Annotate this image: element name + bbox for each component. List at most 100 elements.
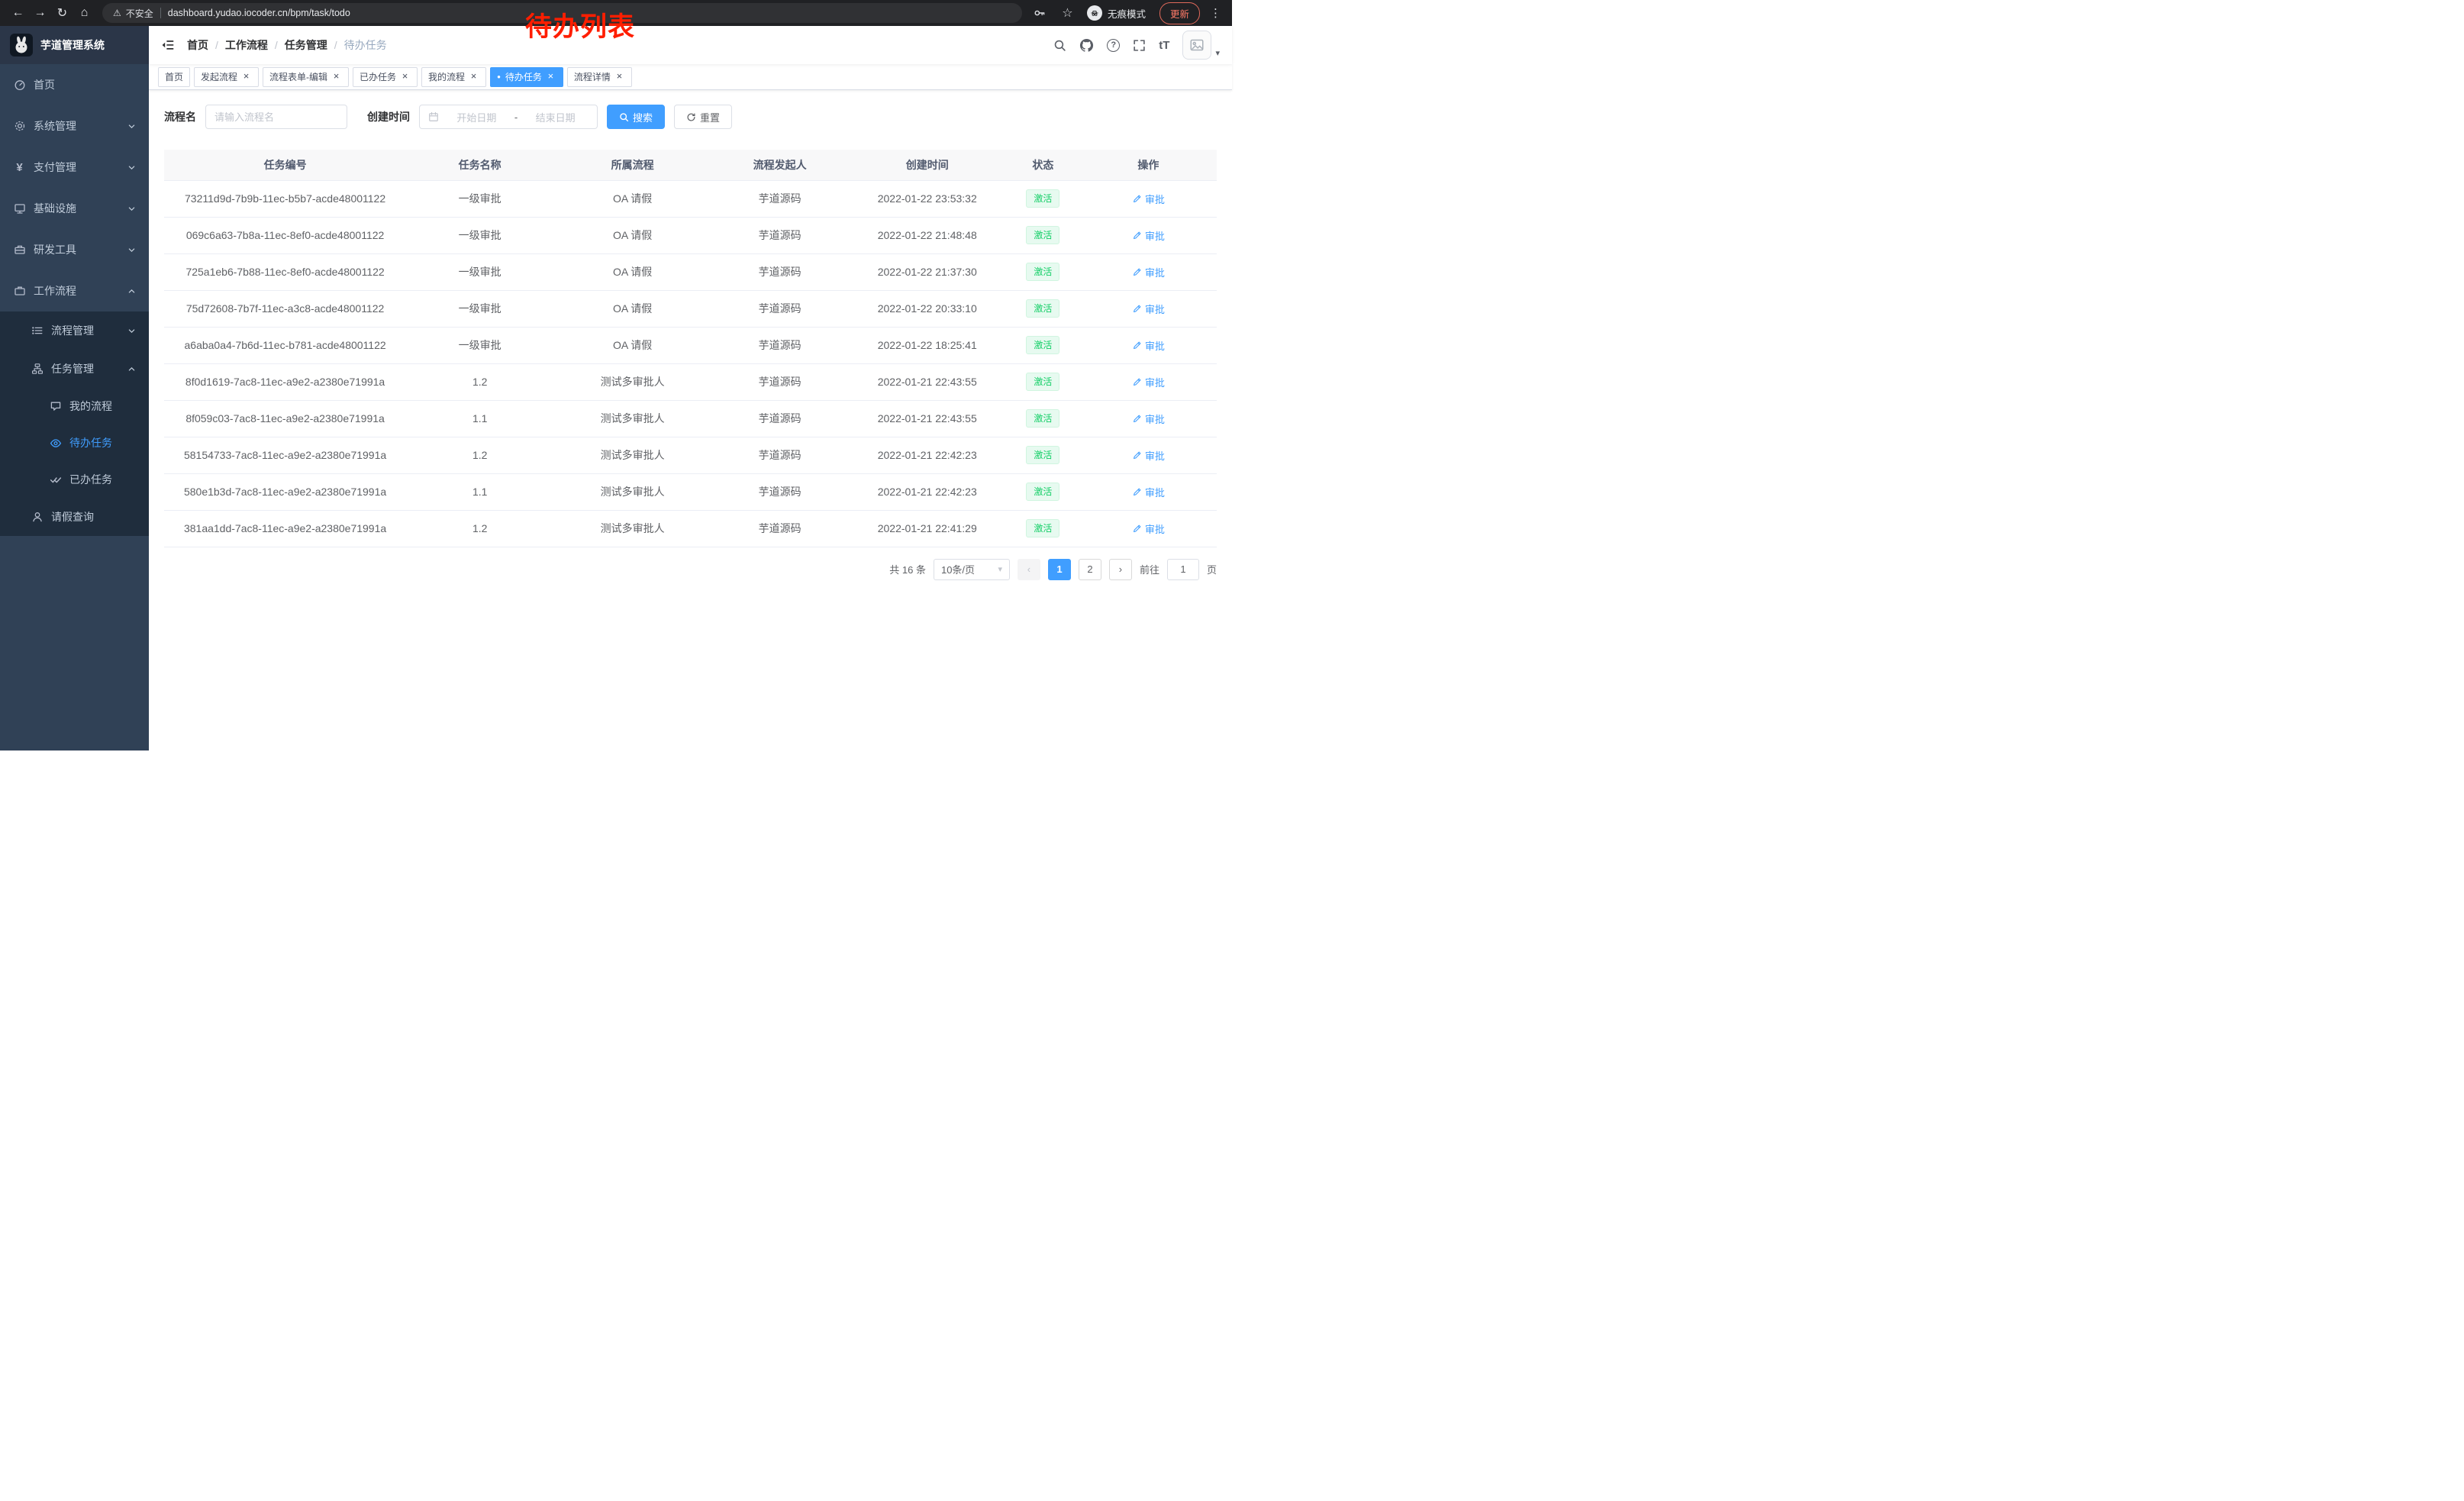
user-menu[interactable]: ▾ — [1182, 31, 1220, 60]
help-icon[interactable]: ? — [1107, 39, 1120, 52]
chevron-up-icon — [127, 287, 136, 295]
address-bar[interactable]: ⚠ 不安全 dashboard.yudao.iocoder.cn/bpm/tas… — [102, 3, 1022, 23]
github-icon[interactable] — [1079, 38, 1094, 53]
col-actions: 操作 — [1080, 150, 1217, 180]
search-icon — [619, 112, 629, 122]
approve-link[interactable]: 审批 — [1132, 412, 1165, 426]
date-range-picker[interactable]: 开始日期 - 结束日期 — [419, 105, 598, 129]
sidebar-item-home[interactable]: 首页 — [0, 64, 149, 105]
cell-initiator: 芋道源码 — [711, 473, 848, 510]
sidebar-item-todo-tasks[interactable]: 待办任务 — [0, 424, 149, 461]
close-icon[interactable]: × — [399, 71, 411, 82]
tab-process-form-edit[interactable]: 流程表单-编辑× — [263, 67, 349, 87]
search-button[interactable]: 搜索 — [607, 105, 665, 129]
breadcrumb-separator: / — [334, 39, 337, 51]
cell-status: 激活 — [1006, 473, 1080, 510]
cell-task-id: 725a1eb6-7b88-11ec-8ef0-acde48001122 — [164, 253, 406, 290]
app-logo[interactable]: 芋道管理系统 — [0, 26, 149, 64]
cell-process: 测试多审批人 — [553, 400, 711, 437]
calendar-icon — [428, 111, 439, 122]
close-icon[interactable]: × — [240, 71, 252, 82]
browser-home-button[interactable]: ⌂ — [74, 3, 95, 24]
sidebar-item-process-mgmt[interactable]: 流程管理 — [0, 311, 149, 350]
reset-button[interactable]: 重置 — [674, 105, 732, 129]
tab-label: 待办任务 — [505, 70, 542, 83]
prev-page-button[interactable]: ‹ — [1018, 559, 1040, 580]
cell-status: 激活 — [1006, 510, 1080, 547]
cell-create-time: 2022-01-21 22:42:23 — [848, 473, 1006, 510]
cell-action: 审批 — [1080, 363, 1217, 400]
bookmark-star-icon[interactable]: ☆ — [1057, 3, 1078, 24]
cell-task-id: 73211d9d-7b9b-11ec-b5b7-acde48001122 — [164, 180, 406, 217]
tab-my-processes[interactable]: 我的流程× — [421, 67, 486, 87]
cell-task-id: 58154733-7ac8-11ec-a9e2-a2380e71991a — [164, 437, 406, 473]
sidebar-item-dev-tools[interactable]: 研发工具 — [0, 229, 149, 270]
breadcrumb-home[interactable]: 首页 — [187, 37, 208, 53]
sidebar-item-system-mgmt[interactable]: 系统管理 — [0, 105, 149, 147]
cell-initiator: 芋道源码 — [711, 217, 848, 253]
sidebar-item-infrastructure[interactable]: 基础设施 — [0, 188, 149, 229]
cell-process: 测试多审批人 — [553, 437, 711, 473]
table-row: 580e1b3d-7ac8-11ec-a9e2-a2380e71991a 1.1… — [164, 473, 1217, 510]
approve-link[interactable]: 审批 — [1132, 192, 1165, 206]
sidebar-item-workflow[interactable]: 工作流程 — [0, 270, 149, 311]
process-name-input[interactable] — [214, 111, 338, 123]
page-1-button[interactable]: 1 — [1048, 559, 1071, 580]
approve-link[interactable]: 审批 — [1132, 485, 1165, 499]
edit-pen-icon — [1132, 231, 1142, 240]
close-icon[interactable]: × — [331, 71, 342, 82]
cell-process: 测试多审批人 — [553, 473, 711, 510]
page-2-button[interactable]: 2 — [1079, 559, 1101, 580]
approve-link[interactable]: 审批 — [1132, 265, 1165, 279]
browser-forward-button[interactable]: → — [30, 3, 50, 24]
tab-process-detail[interactable]: 流程详情× — [567, 67, 632, 87]
sidebar-item-payment-mgmt[interactable]: ¥ 支付管理 — [0, 147, 149, 188]
approve-link[interactable]: 审批 — [1132, 338, 1165, 353]
next-page-button[interactable]: › — [1109, 559, 1132, 580]
tab-todo-tasks[interactable]: ●待办任务× — [490, 67, 563, 87]
breadcrumb-workflow[interactable]: 工作流程 — [225, 37, 268, 53]
update-button[interactable]: 更新 — [1159, 2, 1200, 24]
cell-process: 测试多审批人 — [553, 510, 711, 547]
sidebar-collapse-icon[interactable] — [161, 38, 175, 52]
cell-process: OA 请假 — [553, 253, 711, 290]
tab-home[interactable]: 首页 — [158, 67, 190, 87]
sidebar-item-done-tasks[interactable]: 已办任务 — [0, 461, 149, 498]
browser-menu-icon[interactable]: ⋮ — [1207, 6, 1224, 20]
col-initiator: 流程发起人 — [711, 150, 848, 180]
approve-link[interactable]: 审批 — [1132, 228, 1165, 243]
browser-back-button[interactable]: ← — [8, 3, 28, 24]
key-icon[interactable] — [1030, 3, 1050, 24]
breadcrumb-task-mgmt[interactable]: 任务管理 — [285, 37, 327, 53]
search-icon[interactable] — [1053, 39, 1066, 52]
approve-link[interactable]: 审批 — [1132, 375, 1165, 389]
approve-link[interactable]: 审批 — [1132, 448, 1165, 463]
eye-icon — [49, 437, 62, 449]
cell-task-name: 一级审批 — [406, 290, 553, 327]
close-icon[interactable]: × — [545, 71, 556, 82]
security-label: 不安全 — [126, 7, 153, 20]
table-row: 381aa1dd-7ac8-11ec-a9e2-a2380e71991a 1.2… — [164, 510, 1217, 547]
tab-start-process[interactable]: 发起流程× — [194, 67, 259, 87]
cell-status: 激活 — [1006, 217, 1080, 253]
goto-page-input[interactable] — [1167, 559, 1199, 580]
close-icon[interactable]: × — [468, 71, 479, 82]
cell-initiator: 芋道源码 — [711, 510, 848, 547]
incognito-badge[interactable]: 无痕模式 — [1085, 4, 1153, 22]
browser-reload-button[interactable]: ↻ — [52, 3, 73, 24]
fullscreen-icon[interactable] — [1133, 39, 1146, 52]
tab-label: 流程详情 — [574, 70, 611, 83]
tab-done-tasks[interactable]: 已办任务× — [353, 67, 418, 87]
cell-initiator: 芋道源码 — [711, 253, 848, 290]
col-task-name: 任务名称 — [406, 150, 553, 180]
font-size-icon[interactable]: tT — [1159, 39, 1169, 52]
page-size-select[interactable]: 10条/页 ▾ — [934, 559, 1010, 580]
sidebar-item-task-mgmt[interactable]: 任务管理 — [0, 350, 149, 388]
close-icon[interactable]: × — [614, 71, 625, 82]
approve-link[interactable]: 审批 — [1132, 302, 1165, 316]
sidebar-item-leave-query[interactable]: 请假查询 — [0, 498, 149, 536]
total-count: 共 16 条 — [889, 562, 926, 576]
cell-task-name: 1.1 — [406, 473, 553, 510]
approve-link[interactable]: 审批 — [1132, 521, 1165, 536]
sidebar-item-my-processes[interactable]: 我的流程 — [0, 388, 149, 424]
